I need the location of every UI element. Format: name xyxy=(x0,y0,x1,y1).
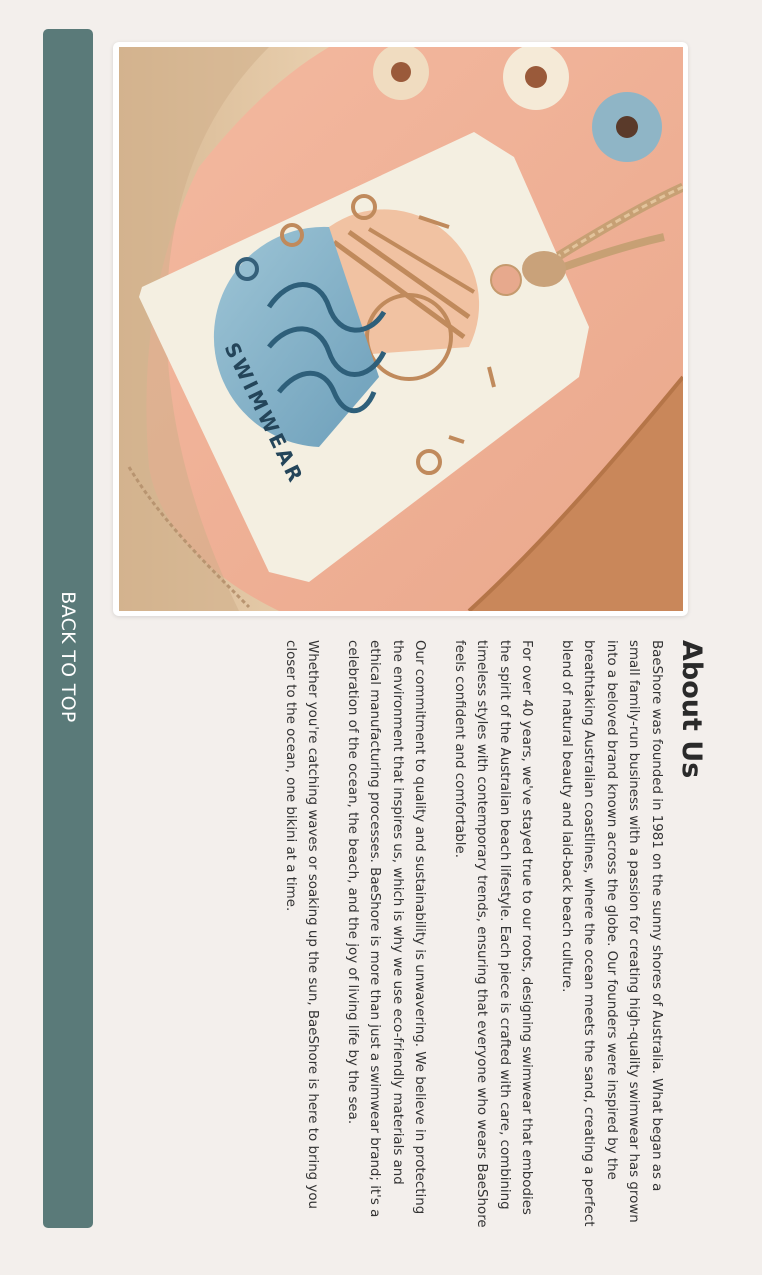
about-paragraph-1: BaeShore was founded in 1981 on the sunn… xyxy=(559,640,664,1227)
hero-image-card: SWIMWEAR xyxy=(113,42,688,616)
swimwear-tag-illustration: SWIMWEAR xyxy=(119,47,683,611)
back-to-top-label: BACK TO TOP xyxy=(57,591,79,723)
page: BACK TO TOP SWIMWEAR About Us BaeShore w… xyxy=(0,0,762,1275)
swimwear-tag-photo: SWIMWEAR xyxy=(119,47,683,611)
about-title: About Us xyxy=(676,640,707,779)
about-paragraph-4: Whether you're catching waves or soaking… xyxy=(283,640,321,1210)
about-paragraph-3: Our commitment to quality and sustainabi… xyxy=(345,640,428,1218)
about-section: About Us BaeShore was founded in 1981 on… xyxy=(167,640,707,1228)
about-paragraph-2: For over 40 years, we've stayed true to … xyxy=(452,640,535,1228)
back-to-top-button[interactable]: BACK TO TOP xyxy=(43,29,93,1228)
